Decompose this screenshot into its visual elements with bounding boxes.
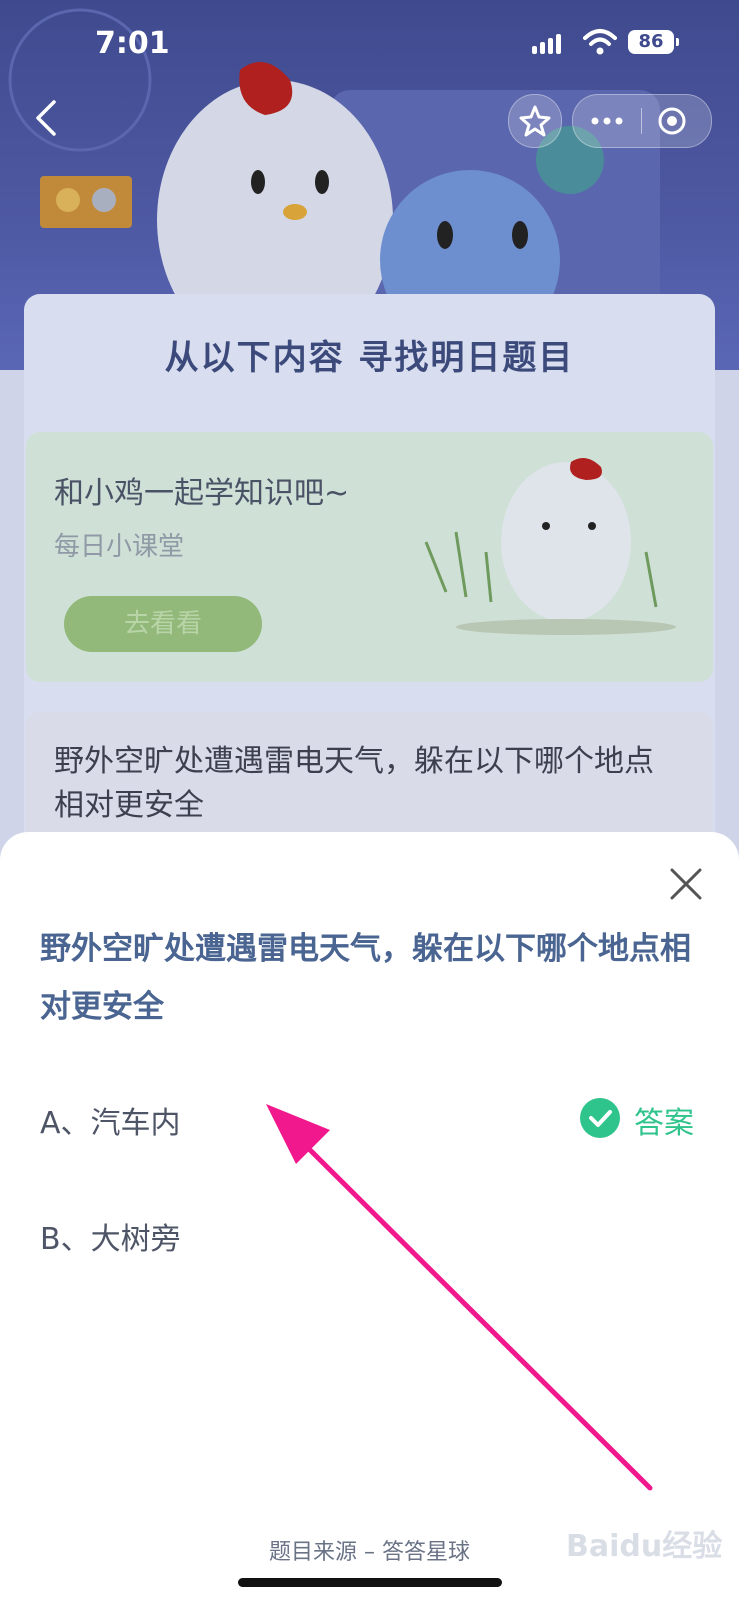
annotation-arrow-icon	[266, 1104, 653, 1491]
baidu-watermark-logo: Baidu经验	[566, 1529, 722, 1564]
svg-text:Baidu经验: Baidu经验	[566, 1529, 722, 1564]
